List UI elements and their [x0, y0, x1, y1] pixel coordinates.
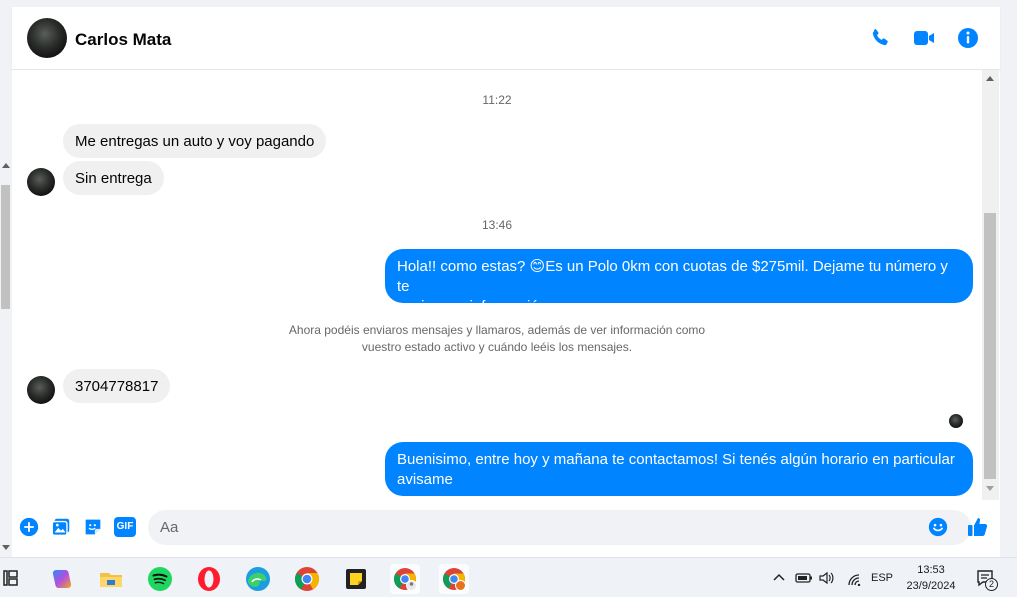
- message-scrollbar[interactable]: [982, 70, 999, 500]
- contact-name[interactable]: Carlos Mata: [75, 30, 171, 50]
- info-icon[interactable]: [956, 26, 980, 50]
- message-composer: GIF: [12, 500, 1000, 557]
- timestamp: 11:22: [482, 93, 512, 107]
- system-notice: Ahora podéis enviaros mensajes y llamaro…: [282, 322, 712, 356]
- message-input-wrapper[interactable]: [148, 510, 971, 545]
- message-line: envio mas información: [397, 298, 548, 315]
- volume-icon[interactable]: [818, 570, 836, 586]
- gif-icon[interactable]: GIF: [114, 517, 136, 537]
- contact-avatar-small[interactable]: [27, 376, 55, 404]
- window-right-edge: [1000, 7, 1017, 557]
- outgoing-message[interactable]: Buenisimo, entre hoy y mañana te contact…: [385, 442, 973, 496]
- plus-icon[interactable]: [18, 516, 40, 538]
- sticky-notes-icon[interactable]: [341, 564, 371, 594]
- message-line: Buenisimo, entre hoy y mañana te contact…: [397, 451, 955, 468]
- thumbs-up-icon[interactable]: [966, 515, 990, 539]
- chrome-icon[interactable]: [292, 564, 322, 594]
- chrome-profile-icon[interactable]: [390, 564, 420, 594]
- edge-icon[interactable]: [243, 564, 273, 594]
- file-explorer-icon[interactable]: [96, 564, 126, 594]
- spotify-icon[interactable]: [145, 564, 175, 594]
- incoming-message[interactable]: Sin entrega: [63, 161, 164, 195]
- message-list[interactable]: 11:22 Me entregas un auto y voy pagando …: [12, 70, 982, 500]
- page-scrollbar[interactable]: [0, 7, 12, 557]
- phone-icon[interactable]: [868, 26, 892, 50]
- contact-avatar[interactable]: [27, 18, 67, 58]
- scroll-thumb[interactable]: [984, 213, 996, 479]
- incoming-message[interactable]: 3704778817: [63, 369, 171, 403]
- page-scroll-down-arrow[interactable]: [2, 545, 10, 550]
- scroll-down-arrow[interactable]: [986, 486, 994, 491]
- window-top-strip: [0, 0, 1017, 7]
- emoji-icon[interactable]: [927, 516, 949, 538]
- notification-count-badge: 2: [985, 578, 998, 591]
- windows-taskbar: ESP 13:53 23/9/2024 2: [0, 557, 1017, 597]
- system-notice-line: vuestro estado activo y cuándo leéis los…: [361, 340, 633, 354]
- battery-icon[interactable]: [795, 570, 813, 586]
- chevron-up-icon[interactable]: [772, 571, 786, 585]
- page-scroll-thumb[interactable]: [1, 185, 10, 309]
- conversation-header: Carlos Mata: [12, 7, 1000, 70]
- message-input[interactable]: [160, 510, 920, 545]
- clock-time: 13:53: [917, 564, 945, 576]
- message-line: Hola!! como estas? 😊Es un Polo 0km con c…: [397, 258, 948, 295]
- contact-avatar-small[interactable]: [27, 168, 55, 196]
- system-clock[interactable]: 13:53 23/9/2024: [898, 562, 964, 594]
- chrome-profile-2-icon[interactable]: [439, 564, 469, 594]
- timestamp: 13:46: [481, 218, 513, 232]
- outgoing-message[interactable]: Hola!! como estas? 😊Es un Polo 0km con c…: [385, 249, 973, 315]
- incoming-message[interactable]: Me entregas un auto y voy pagando: [63, 124, 327, 158]
- clock-date: 23/9/2024: [906, 580, 956, 592]
- copilot-icon[interactable]: [47, 564, 77, 594]
- wifi-icon[interactable]: [845, 570, 863, 586]
- message-line: avisame: [397, 471, 453, 488]
- sticker-icon[interactable]: [82, 516, 104, 538]
- page-scroll-up-arrow[interactable]: [2, 163, 10, 168]
- seen-indicator-avatar: [949, 414, 963, 428]
- video-camera-icon[interactable]: [912, 26, 936, 50]
- scroll-up-arrow[interactable]: [986, 76, 994, 81]
- task-view-icon[interactable]: [0, 567, 22, 589]
- opera-icon[interactable]: [194, 564, 224, 594]
- image-icon[interactable]: [50, 516, 72, 538]
- language-indicator[interactable]: ESP: [871, 572, 893, 584]
- system-notice-line: Ahora podéis enviaros mensajes y llamaro…: [288, 323, 706, 337]
